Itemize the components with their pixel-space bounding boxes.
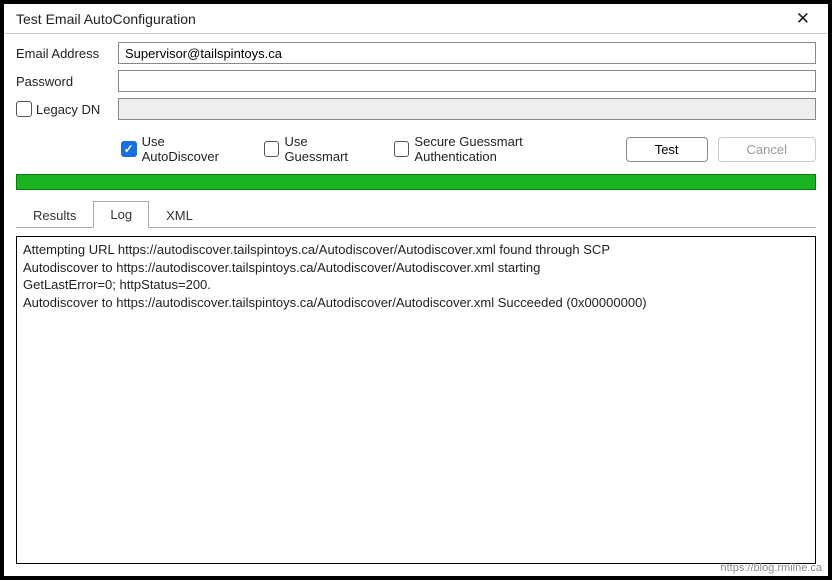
dialog-window: Test Email AutoConfiguration ✕ Email Add… [0, 0, 832, 580]
opt-secure-guessmart[interactable]: Secure Guessmart Authentication [394, 134, 606, 164]
email-input[interactable] [118, 42, 816, 64]
options-row: ✓ Use AutoDiscover Use Guessmart Secure … [4, 132, 828, 174]
guessmart-checkbox[interactable] [264, 141, 280, 157]
window-title: Test Email AutoConfiguration [16, 11, 196, 27]
form-area: Email Address Password Legacy DN [4, 34, 828, 132]
row-email: Email Address [16, 42, 816, 64]
cancel-button: Cancel [718, 137, 816, 162]
row-password: Password [16, 70, 816, 92]
legacy-dn-input [118, 98, 816, 120]
tabs-area: Results Log XML Attempting URL https://a… [4, 200, 828, 576]
opt-guessmart[interactable]: Use Guessmart [264, 134, 374, 164]
titlebar: Test Email AutoConfiguration ✕ [4, 4, 828, 34]
tab-results[interactable]: Results [16, 202, 93, 228]
legacy-dn-label: Legacy DN [36, 102, 100, 117]
autodiscover-checkbox[interactable]: ✓ [121, 141, 137, 157]
password-input[interactable] [118, 70, 816, 92]
secure-guessmart-label: Secure Guessmart Authentication [414, 134, 605, 164]
secure-guessmart-checkbox[interactable] [394, 141, 410, 157]
opt-autodiscover[interactable]: ✓ Use AutoDiscover [121, 134, 244, 164]
legacy-dn-checkbox[interactable] [16, 101, 32, 117]
guessmart-label: Use Guessmart [284, 134, 373, 164]
email-label: Email Address [16, 46, 118, 61]
test-button[interactable]: Test [626, 137, 708, 162]
progress-bar [16, 174, 816, 190]
tab-strip: Results Log XML [16, 200, 816, 228]
row-legacy-dn: Legacy DN [16, 98, 816, 120]
close-icon[interactable]: ✕ [788, 8, 818, 29]
tab-log[interactable]: Log [93, 201, 149, 228]
autodiscover-label: Use AutoDiscover [142, 134, 244, 164]
tab-xml[interactable]: XML [149, 202, 210, 228]
log-output[interactable]: Attempting URL https://autodiscover.tail… [16, 236, 816, 564]
password-label: Password [16, 74, 118, 89]
